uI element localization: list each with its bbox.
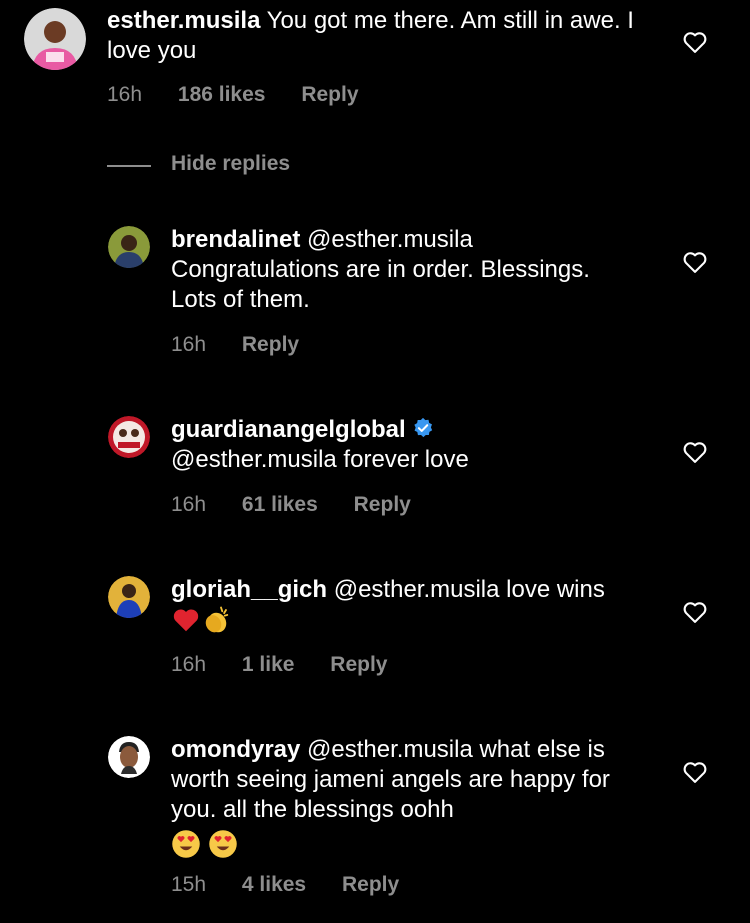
comment-likes[interactable]: 186 likes bbox=[178, 83, 266, 107]
comment-text: @esther.musila forever love bbox=[171, 446, 469, 473]
heart-outline-icon[interactable] bbox=[681, 28, 709, 56]
comment-username[interactable]: esther.musila bbox=[107, 7, 260, 34]
comment-meta: 16h 186 likes Reply bbox=[107, 83, 389, 107]
heart-eyes-emoji bbox=[208, 830, 237, 858]
reply-button[interactable]: Reply bbox=[330, 653, 387, 677]
comment-meta: 16h 61 likes Reply bbox=[171, 493, 441, 517]
avatar[interactable] bbox=[108, 736, 150, 778]
reply-button[interactable]: Reply bbox=[354, 493, 411, 517]
comment-time: 16h bbox=[171, 333, 207, 356]
comment-username[interactable]: omondyray bbox=[171, 736, 300, 763]
heart-outline-icon[interactable] bbox=[681, 758, 709, 786]
comment-text: @esther.musila love wins bbox=[333, 576, 605, 603]
comment-meta: 15h 4 likes Reply bbox=[171, 873, 429, 897]
comment-username[interactable]: gloriah__gich bbox=[171, 576, 327, 603]
comment-body: gloriah__gich @esther.musila love wins bbox=[171, 575, 611, 637]
heart-eyes-emoji bbox=[172, 830, 200, 858]
comment-time: 16h bbox=[107, 83, 143, 106]
red-heart-emoji bbox=[173, 609, 199, 632]
comment-likes[interactable]: 1 like bbox=[242, 653, 295, 677]
heart-outline-icon[interactable] bbox=[681, 438, 709, 466]
comment-username[interactable]: guardianangelglobal bbox=[171, 416, 406, 443]
heart-outline-icon[interactable] bbox=[681, 248, 709, 276]
heart-outline-icon[interactable] bbox=[681, 598, 709, 626]
comment-likes[interactable]: 61 likes bbox=[242, 493, 318, 517]
comment-body: guardianangelglobal @esther.musila forev… bbox=[171, 415, 651, 475]
comment-meta: 16h Reply bbox=[171, 333, 329, 357]
comment-time: 15h bbox=[171, 873, 207, 896]
comment-meta: 16h 1 like Reply bbox=[171, 653, 417, 677]
comment-body: esther.musila You got me there. Am still… bbox=[107, 6, 652, 66]
hide-replies-label[interactable]: Hide replies bbox=[171, 152, 290, 176]
reply-button[interactable]: Reply bbox=[301, 83, 358, 107]
comment-body: omondyray @esther.musila what else is wo… bbox=[171, 735, 641, 861]
reply-button[interactable]: Reply bbox=[242, 333, 299, 357]
comment-time: 16h bbox=[171, 493, 207, 516]
clapping-hands-emoji bbox=[205, 606, 229, 633]
comment-likes[interactable]: 4 likes bbox=[242, 873, 306, 897]
avatar[interactable] bbox=[108, 416, 150, 458]
comment-body: brendalinet @esther.musila Congratulatio… bbox=[171, 225, 591, 315]
comment-username[interactable]: brendalinet bbox=[171, 226, 300, 253]
verified-badge-icon bbox=[414, 417, 432, 438]
avatar[interactable] bbox=[24, 8, 86, 70]
divider bbox=[107, 165, 151, 167]
avatar[interactable] bbox=[108, 576, 150, 618]
comment-time: 16h bbox=[171, 653, 207, 676]
avatar[interactable] bbox=[108, 226, 150, 268]
reply-button[interactable]: Reply bbox=[342, 873, 399, 897]
